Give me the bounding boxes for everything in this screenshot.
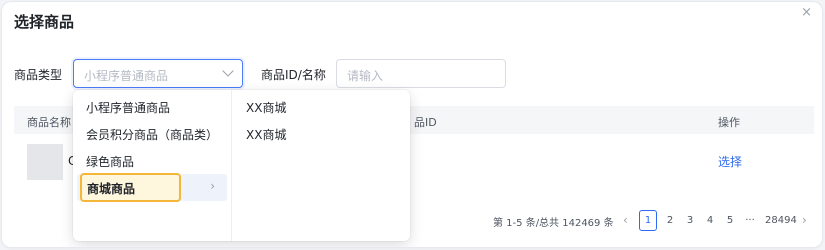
product-type-label: 商品类型 [14,68,63,82]
product-type-placeholder: 小程序普通商品 [84,69,169,83]
option-green-product[interactable]: 绿色商品 [86,153,134,170]
header-product-name: 商品名称 [27,116,71,129]
select-link[interactable]: 选择 [718,153,742,170]
chevron-down-icon [222,65,234,77]
option-mall-product[interactable]: 商城商品 › [77,173,227,202]
page-ellipsis[interactable]: ··· [741,210,759,231]
product-id-label: 商品ID/名称 [261,68,326,82]
product-id-placeholder: 请输入 [347,69,384,83]
option-xx-mall-2[interactable]: XX商城 [246,126,286,143]
page-5[interactable]: 5 [721,210,739,231]
prev-page-icon[interactable]: ‹ [623,210,628,231]
option-member-points[interactable]: 会员积分商品（商品类） [86,126,218,143]
product-thumbnail [27,144,63,180]
option-xx-mall-1[interactable]: XX商城 [246,99,286,116]
close-icon[interactable]: × [801,5,812,20]
product-id-input[interactable]: 请输入 [336,59,506,88]
dropdown-level1: 小程序普通商品 会员积分商品（商品类） 绿色商品 商城商品 › [73,90,232,241]
select-product-dialog: 选择商品 × 商品类型 小程序普通商品 商品ID/名称 请输入 商品名称 品ID… [1,1,823,248]
product-type-dropdown: 小程序普通商品 会员积分商品（商品类） 绿色商品 商城商品 › XX商城 XX商… [73,90,410,241]
product-type-select[interactable]: 小程序普通商品 [73,59,243,88]
dialog-title: 选择商品 [14,13,75,31]
next-page-icon[interactable]: › [802,210,807,231]
header-operation: 操作 [718,116,740,129]
chevron-right-icon: › [210,179,215,193]
pagination-total: 第 1-5 条/总共 142469 条 [493,218,614,229]
option-mall-product-label: 商城商品 [87,182,136,196]
page-1[interactable]: 1 [639,210,657,231]
page-3[interactable]: 3 [681,210,699,231]
page-last[interactable]: 28494 [765,210,797,231]
option-mini-program[interactable]: 小程序普通商品 [86,99,170,116]
page-2[interactable]: 2 [661,210,679,231]
header-product-id: 品ID [414,116,437,129]
page-4[interactable]: 4 [701,210,719,231]
